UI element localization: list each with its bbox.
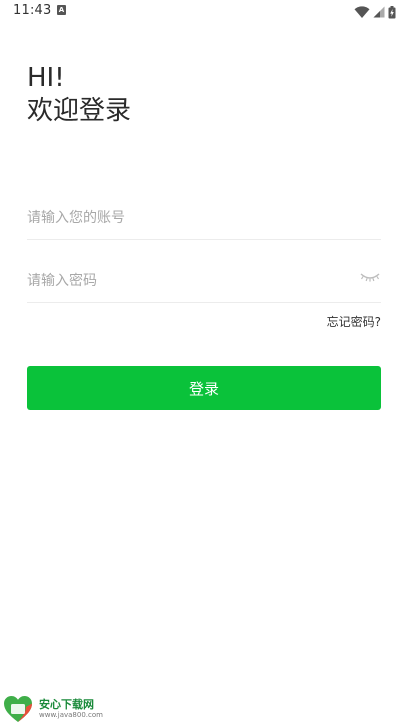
- greeting-welcome: 欢迎登录: [27, 96, 132, 126]
- account-input[interactable]: [27, 199, 347, 237]
- account-field: [27, 199, 381, 240]
- welcome-heading: HI! 欢迎登录: [27, 62, 131, 128]
- status-bar: 11:43 A: [0, 0, 408, 24]
- watermark-title: 安心下载网: [39, 698, 94, 711]
- status-icons: [354, 4, 396, 20]
- notification-a-icon: A: [57, 5, 66, 15]
- password-field: [27, 262, 381, 303]
- signal-icon: [373, 6, 385, 18]
- greeting-hi: HI!: [27, 63, 65, 93]
- password-input[interactable]: [27, 262, 347, 300]
- wifi-icon: [354, 5, 370, 18]
- eye-closed-icon[interactable]: [359, 269, 381, 285]
- status-time: 11:43: [13, 3, 52, 18]
- watermark-heart-logo-icon: [4, 696, 32, 722]
- login-button[interactable]: 登录: [27, 366, 381, 410]
- watermark: 安心下载网 www.java800.com: [3, 695, 113, 723]
- battery-icon: [388, 5, 396, 18]
- watermark-url: www.java800.com: [39, 711, 103, 719]
- forgot-password-link[interactable]: 忘记密码?: [327, 313, 381, 330]
